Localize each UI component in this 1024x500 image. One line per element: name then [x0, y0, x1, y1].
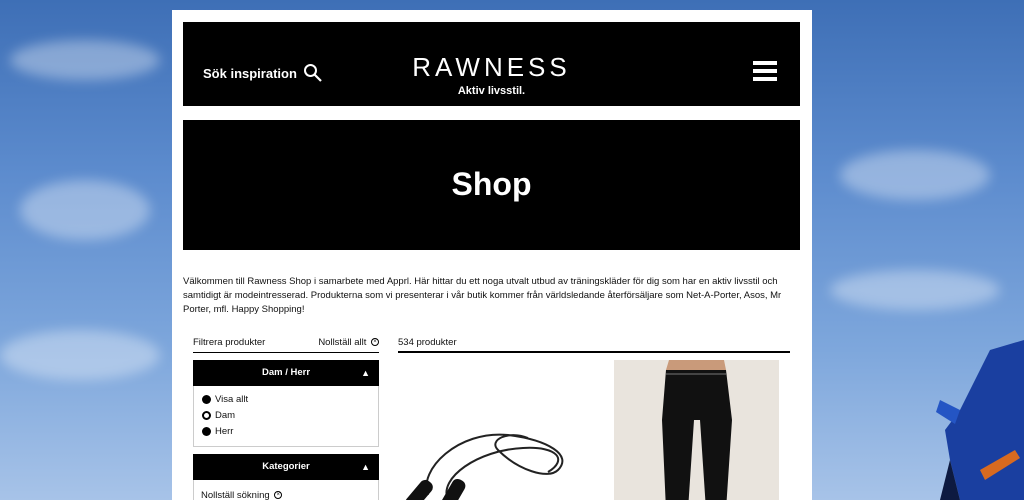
site-logo[interactable]: RAWNESS — [183, 52, 800, 83]
jump-rope-image — [405, 433, 564, 500]
cloud — [0, 330, 160, 380]
gender-option-herr[interactable]: Herr — [202, 426, 233, 437]
cloud — [840, 150, 990, 200]
reset-all-label: Nollställ allt — [318, 337, 367, 348]
radio-selected-icon — [202, 411, 211, 420]
gender-filter-title: Dam / Herr — [261, 367, 311, 378]
gender-filter-toggle[interactable]: Dam / Herr ▲ — [193, 360, 379, 386]
filter-header: Filtrera produkter Nollställ allt × — [193, 337, 379, 353]
reset-search-label: Nollställ sökning — [201, 490, 270, 500]
cloud — [20, 180, 150, 240]
cloud — [10, 40, 160, 80]
site-header: Sök inspiration RAWNESS Aktiv livsstil. — [183, 22, 800, 106]
reset-search-button[interactable]: Nollställ sökning × — [201, 490, 283, 500]
gender-option-dam[interactable]: Dam — [202, 410, 235, 421]
chevron-up-icon: ▲ — [361, 368, 370, 378]
category-filter-toggle[interactable]: Kategorier ▲ — [193, 454, 379, 480]
hero-banner: Shop — [183, 120, 800, 250]
hamburger-menu-icon[interactable] — [753, 61, 777, 83]
page-title: Shop — [451, 166, 532, 202]
radio-icon — [202, 427, 211, 436]
clear-icon: × — [274, 491, 283, 500]
option-label: Visa allt — [215, 394, 249, 405]
filter-title: Filtrera produkter — [193, 337, 266, 348]
product-card-leggings[interactable] — [614, 360, 779, 500]
content-page: Sök inspiration RAWNESS Aktiv livsstil. … — [172, 10, 812, 500]
gender-filter-options: Visa allt Dam Herr — [193, 386, 379, 447]
cloud — [830, 270, 1000, 310]
site-tagline: Aktiv livsstil. — [457, 85, 526, 97]
leggings-image — [662, 360, 732, 500]
product-card-jump-rope[interactable] — [398, 360, 578, 500]
option-label: Herr — [215, 426, 234, 437]
intro-text: Välkommen till Rawness Shop i samarbete … — [183, 276, 782, 315]
option-label: Dam — [215, 410, 236, 421]
radio-icon — [202, 395, 211, 404]
product-count: 534 produkter — [398, 337, 790, 353]
athlete-photo — [920, 340, 1024, 500]
category-filter-title: Kategorier — [262, 461, 310, 472]
chevron-up-icon: ▲ — [361, 462, 370, 472]
clear-icon: × — [371, 338, 379, 347]
reset-all-button[interactable]: Nollställ allt × — [318, 337, 379, 348]
gender-option-all[interactable]: Visa allt — [202, 394, 248, 405]
